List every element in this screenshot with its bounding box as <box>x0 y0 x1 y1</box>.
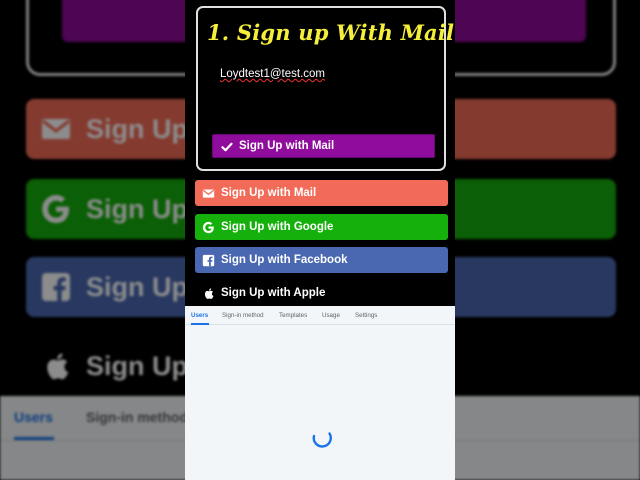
apple-icon <box>47 353 69 380</box>
background-label: Sign Up <box>86 271 188 302</box>
google-icon <box>202 221 214 234</box>
background-tab-users: Users <box>14 409 53 425</box>
envelope-icon <box>202 189 215 198</box>
signup-mail-card: 1. Sign up With Mail Loydtest1@test.com … <box>196 6 454 171</box>
tab-settings[interactable]: Settings <box>355 312 377 319</box>
loading-spinner-icon <box>312 432 332 448</box>
google-icon <box>42 195 69 223</box>
signup-google-button[interactable]: Sign Up with Google <box>195 214 448 240</box>
signup-email-label: Sign Up with Mail <box>221 187 317 199</box>
tab-users[interactable]: Users <box>191 312 208 319</box>
check-icon <box>221 142 233 152</box>
apple-icon <box>204 288 214 299</box>
signup-email-button[interactable]: Sign Up with Mail <box>195 180 448 206</box>
email-value: Loydtest1@test.com <box>220 68 325 80</box>
background-tab-signin: Sign-in method <box>86 409 188 425</box>
submit-mail-label: Sign Up with Mail <box>239 140 335 152</box>
envelope-icon <box>42 119 70 139</box>
signup-google-label: Sign Up with Google <box>221 221 334 233</box>
facebook-icon <box>202 254 215 267</box>
active-tab-underline <box>191 323 209 325</box>
background-label: Sign Up <box>86 113 188 144</box>
email-field[interactable]: Loydtest1@test.com <box>220 68 325 80</box>
background-label: Sign Up <box>86 350 188 381</box>
console-tabs: Users Sign-in method Templates Usage Set… <box>185 306 455 325</box>
card-title: 1. Sign up With Mail <box>207 20 455 45</box>
signup-apple-label: Sign Up with Apple <box>221 287 326 299</box>
tab-sign-in-method[interactable]: Sign-in method <box>222 312 264 319</box>
signup-facebook-label: Sign Up with Facebook <box>221 254 348 266</box>
signup-apple-button[interactable]: Sign Up with Apple <box>195 280 448 306</box>
firebase-console-panel: Users Sign-in method Templates Usage Set… <box>185 306 455 480</box>
app-column: 1. Sign up With Mail Loydtest1@test.com … <box>185 0 455 480</box>
facebook-icon <box>42 273 70 301</box>
tab-templates[interactable]: Templates <box>279 312 307 319</box>
submit-mail-button[interactable]: Sign Up with Mail <box>212 134 435 158</box>
background-label: Sign Up <box>86 193 188 224</box>
signup-facebook-button[interactable]: Sign Up with Facebook <box>195 247 448 273</box>
tab-usage[interactable]: Usage <box>322 312 340 319</box>
